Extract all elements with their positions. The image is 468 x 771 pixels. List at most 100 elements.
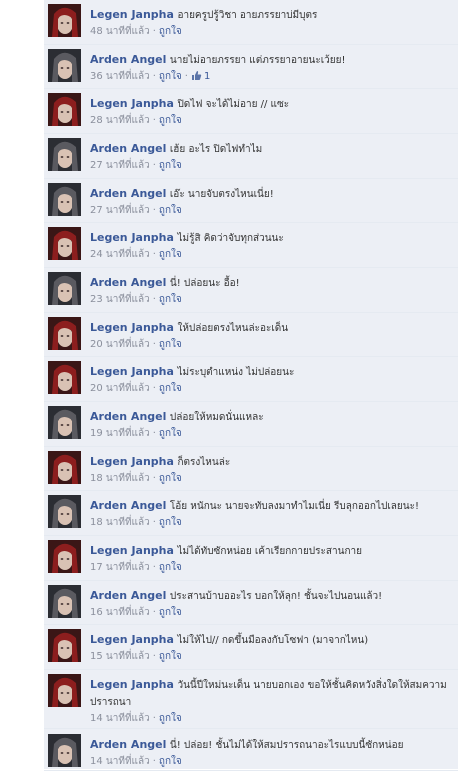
avatar[interactable]: [48, 585, 81, 618]
comment-text: นี่! ปล่อย! ชั้นไม่ได้ให้สมปรารถนาอะไรแบ…: [169, 740, 404, 751]
comment-item: Legen Janpha ไม่ได้ทับซักหน่อย เค้าเรียก…: [44, 536, 458, 581]
avatar[interactable]: [48, 227, 81, 260]
like-link[interactable]: ถูกใจ: [159, 756, 182, 767]
like-count[interactable]: 1: [204, 71, 210, 82]
comment-text: นี่! ปล่อยนะ อื้อ!: [169, 278, 240, 289]
avatar[interactable]: [48, 451, 81, 484]
comment-timestamp[interactable]: 14 นาทีที่แล้ว: [90, 713, 150, 724]
like-link[interactable]: ถูกใจ: [159, 205, 182, 216]
avatar[interactable]: [48, 317, 81, 350]
comment-text: ไม่ได้ทับซักหน่อย เค้าเรียกกายประสานกาย: [177, 546, 362, 557]
comment-author-link[interactable]: Legen Janpha: [90, 678, 174, 691]
like-link[interactable]: ถูกใจ: [159, 473, 182, 484]
comment-author-link[interactable]: Legen Janpha: [90, 544, 174, 557]
like-link[interactable]: ถูกใจ: [159, 383, 182, 394]
comment-text: อายครูปรู้วิชา อายภรรยาบ่มีบุตร: [177, 10, 318, 21]
comment-timestamp[interactable]: 18 นาทีที่แล้ว: [90, 473, 150, 484]
like-link[interactable]: ถูกใจ: [159, 249, 182, 260]
avatar[interactable]: [48, 138, 81, 171]
like-link[interactable]: ถูกใจ: [159, 713, 182, 724]
comment-author-link[interactable]: Arden Angel: [90, 53, 166, 66]
meta-separator: ·: [152, 26, 156, 37]
avatar[interactable]: [48, 4, 81, 37]
comment-timestamp[interactable]: 19 นาทีที่แล้ว: [90, 428, 150, 439]
like-link[interactable]: ถูกใจ: [159, 71, 182, 82]
comment-author-link[interactable]: Legen Janpha: [90, 321, 174, 334]
comment-author-link[interactable]: Legen Janpha: [90, 365, 174, 378]
comment-item: Arden Angel โอ้ย หนักนะ นายจะทับลงมาทำไม…: [44, 491, 458, 536]
avatar[interactable]: [48, 629, 81, 662]
comment-author-link[interactable]: Arden Angel: [90, 589, 166, 602]
meta-separator: ·: [152, 339, 156, 350]
comment-timestamp[interactable]: 15 นาทีที่แล้ว: [90, 651, 150, 662]
like-link[interactable]: ถูกใจ: [159, 607, 182, 618]
comment-author-link[interactable]: Legen Janpha: [90, 97, 174, 110]
comment-text: เอ๊ะ นายจับตรงไหนเนี่ย!: [169, 189, 274, 200]
like-link[interactable]: ถูกใจ: [159, 517, 182, 528]
comment-item: Arden Angel นี่! ปล่อย! ชั้นไม่ได้ให้สมป…: [44, 730, 458, 771]
comment-item: Legen Janpha ก็ตรงไหนล่ะ 18 นาทีที่แล้ว · ถ…: [44, 447, 458, 491]
comment-timestamp[interactable]: 16 นาทีที่แล้ว: [90, 607, 150, 618]
comment-timestamp[interactable]: 27 นาทีที่แล้ว: [90, 205, 150, 216]
comment-item: Legen Janpha วันนี้ปีใหม่นะเด็น นายบอกเอ…: [44, 670, 458, 729]
avatar[interactable]: [48, 406, 81, 439]
comment-author-link[interactable]: Arden Angel: [90, 142, 166, 155]
like-link[interactable]: ถูกใจ: [159, 651, 182, 662]
avatar[interactable]: [48, 495, 81, 528]
like-link[interactable]: ถูกใจ: [159, 428, 182, 439]
avatar[interactable]: [48, 674, 81, 707]
comment-timestamp[interactable]: 28 นาทีที่แล้ว: [90, 115, 150, 126]
comment-timestamp[interactable]: 14 นาทีที่แล้ว: [90, 756, 150, 767]
meta-separator: ·: [152, 428, 156, 439]
comment-timestamp[interactable]: 23 นาทีที่แล้ว: [90, 294, 150, 305]
like-link[interactable]: ถูกใจ: [159, 339, 182, 350]
comment-thread: Legen Janpha อายครูปรู้วิชา อายภรรยาบ่มี…: [44, 0, 458, 771]
comment-timestamp[interactable]: 24 นาทีที่แล้ว: [90, 249, 150, 260]
comment-item: Legen Janpha อายครูปรู้วิชา อายภรรยาบ่มี…: [44, 0, 458, 45]
comment-timestamp[interactable]: 36 นาทีที่แล้ว: [90, 71, 150, 82]
comment-timestamp[interactable]: 17 นาทีที่แล้ว: [90, 562, 150, 573]
comment-author-link[interactable]: Legen Janpha: [90, 633, 174, 646]
avatar[interactable]: [48, 734, 81, 767]
like-link[interactable]: ถูกใจ: [159, 115, 182, 126]
comment-item: Arden Angel นายไม่อายภรรยา แต่ภรรยาอายนะ…: [44, 45, 458, 89]
like-link[interactable]: ถูกใจ: [159, 294, 182, 305]
comment-author-link[interactable]: Legen Janpha: [90, 8, 174, 21]
meta-separator: ·: [152, 562, 156, 573]
avatar[interactable]: [48, 93, 81, 126]
avatar[interactable]: [48, 361, 81, 394]
comment-author-link[interactable]: Arden Angel: [90, 187, 166, 200]
comment-text: ไม่ให้ไป// กดขึ้นมือลงกับโซฟา (มาจากไหน): [177, 635, 369, 646]
comment-text: ให้ปล่อยตรงไหนล่ะอะเด็น: [177, 323, 289, 334]
like-link[interactable]: ถูกใจ: [159, 160, 182, 171]
comment-author-link[interactable]: Arden Angel: [90, 276, 166, 289]
comment-timestamp[interactable]: 18 นาทีที่แล้ว: [90, 517, 150, 528]
comment-author-link[interactable]: Legen Janpha: [90, 231, 174, 244]
comment-author-link[interactable]: Arden Angel: [90, 410, 166, 423]
meta-separator: ·: [152, 756, 156, 767]
comment-item: Legen Janpha ให้ปล่อยตรงไหนล่ะอะเด็น 20 น…: [44, 313, 458, 357]
comment-timestamp[interactable]: 48 นาทีที่แล้ว: [90, 26, 150, 37]
comment-item: Legen Janpha ไม่ระบุตำแหน่ง ไม่ปล่อยนะ 20…: [44, 357, 458, 402]
comment-text: ปล่อยให้หมดนั่นแหละ: [169, 412, 264, 423]
comment-timestamp[interactable]: 20 นาทีที่แล้ว: [90, 383, 150, 394]
meta-separator: ·: [184, 71, 188, 82]
avatar[interactable]: [48, 49, 81, 82]
avatar[interactable]: [48, 272, 81, 305]
comment-text: นายไม่อายภรรยา แต่ภรรยาอายนะเว้ยย!: [169, 55, 346, 66]
thumbs-up-icon[interactable]: [191, 70, 202, 86]
comment-item: Legen Janpha ไม่รู้สิ คิดว่าจับทุกส่วนนะ…: [44, 223, 458, 268]
like-link[interactable]: ถูกใจ: [159, 562, 182, 573]
comment-author-link[interactable]: Arden Angel: [90, 499, 166, 512]
comment-item: Arden Angel เอ๊ะ นายจับตรงไหนเนี่ย! 27 นา…: [44, 179, 458, 223]
avatar[interactable]: [48, 183, 81, 216]
comment-text: ไม่ระบุตำแหน่ง ไม่ปล่อยนะ: [177, 367, 295, 378]
comment-timestamp[interactable]: 27 นาทีที่แล้ว: [90, 160, 150, 171]
comment-author-link[interactable]: Legen Janpha: [90, 455, 174, 468]
like-link[interactable]: ถูกใจ: [159, 26, 182, 37]
avatar[interactable]: [48, 540, 81, 573]
comment-author-link[interactable]: Arden Angel: [90, 738, 166, 751]
meta-separator: ·: [152, 651, 156, 662]
comment-timestamp[interactable]: 20 นาทีที่แล้ว: [90, 339, 150, 350]
comment-item: Arden Angel ประสานบ้าบออะไร บอกให้ลุก! ช…: [44, 581, 458, 625]
